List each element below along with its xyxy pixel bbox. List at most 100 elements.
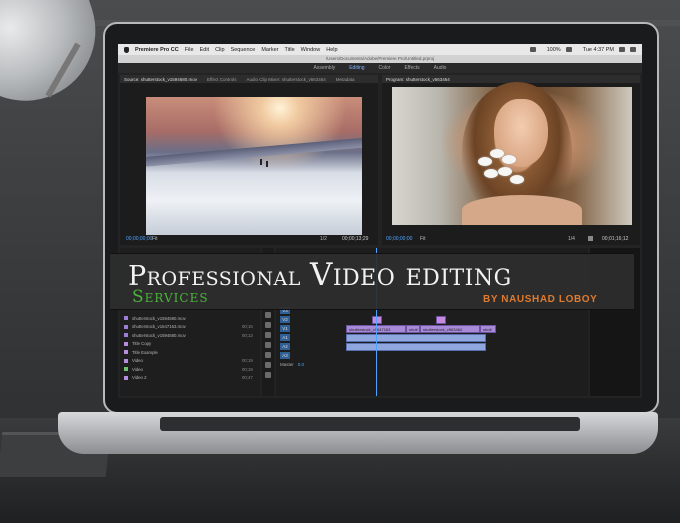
project-item-duration: 00;19 [242,358,253,364]
source-fit-select[interactable]: Fit [152,236,158,242]
battery-percent: 100% [546,46,561,53]
skier [266,161,268,167]
ripple-edit-icon[interactable] [265,332,271,338]
promo-banner: Professional Video editing Services BY N… [110,253,634,310]
project-item-name: Title Copy [132,341,152,347]
track-label: V2 [280,316,290,323]
tab-source[interactable]: Source: shutterstock_v1594680.mov [124,77,197,82]
menu-clock[interactable]: Tue 4:37 PM [583,47,614,53]
wrench-icon[interactable] [588,236,593,241]
track-select-icon[interactable] [265,322,271,328]
menu-sequence[interactable]: Sequence [231,47,256,53]
project-item-name: Video [132,358,143,364]
program-video-frame[interactable] [392,82,632,225]
program-fit-select[interactable]: Fit [420,236,426,242]
woman-shoulder [462,195,582,225]
audio-clip[interactable] [346,343,486,351]
tab-audio-clip-mixer[interactable]: Audio Clip Mixer: shutterstock_v563464 [246,77,325,82]
tab-effect-controls[interactable]: Effect Controls [207,77,236,82]
menu-help[interactable]: Help [326,47,337,53]
project-item-name: Video [132,366,143,372]
project-item-name: shutterstock_v1594680.mov [132,332,186,338]
workspace-audio[interactable]: Audio [434,65,447,71]
master-value[interactable]: 0.0 [298,362,304,367]
label-color-swatch [124,341,128,346]
menu-app-name[interactable]: Premiere Pro CC [135,47,179,53]
project-item-duration: 00;19 [242,366,253,372]
label-color-swatch [124,358,128,363]
menu-edit[interactable]: Edit [200,47,209,53]
menu-clip[interactable]: Clip [215,47,224,53]
laptop-screen: Premiere Pro CC File Edit Clip Sequence … [118,44,642,398]
project-item[interactable]: Title Copy [120,340,260,349]
mac-menubar: Premiere Pro CC File Edit Clip Sequence … [118,44,642,55]
project-item-duration: 00;47 [242,375,253,381]
title-video-editing: Video editing [309,257,512,293]
banner-services: Services [132,287,209,307]
label-color-swatch [124,375,128,380]
pen-tool-icon[interactable] [265,362,271,368]
program-duration: 00;01;16;12 [602,236,629,242]
source-timecode[interactable]: 00;00;00;00 [126,236,152,242]
menu-marker[interactable]: Marker [261,47,278,53]
menu-title[interactable]: Title [284,47,294,53]
project-item[interactable]: Video 00;19 [120,357,260,366]
flower [478,157,492,166]
battery-icon[interactable] [565,47,572,52]
timeline-clip[interactable]: shutterstock_v563464 [420,325,480,333]
razor-tool-icon[interactable] [265,342,271,348]
list-icon[interactable] [630,47,636,52]
program-monitor: Program: shutterstock_v563464 00;00;00;0… [382,75,640,245]
slip-tool-icon[interactable] [265,352,271,358]
source-tabs: Source: shutterstock_v1594680.mov Effect… [120,75,378,83]
tab-metadata[interactable]: Metadata [336,77,355,82]
title-clip[interactable] [372,316,382,324]
flower [498,167,512,176]
project-item[interactable]: shutterstock_v1594680.mov 00;13 [120,331,260,340]
track-v2[interactable]: V2 [276,315,588,324]
flower [502,155,516,164]
wifi-icon[interactable] [529,47,536,52]
workspace-effects[interactable]: Effects [404,65,419,71]
label-color-swatch [124,350,128,355]
project-item[interactable]: Title Example [120,348,260,357]
workspace-assembly[interactable]: Assembly [314,65,336,71]
apple-icon[interactable] [124,46,129,53]
project-item-name: Title Example [132,349,158,355]
hand-tool-icon[interactable] [265,372,271,378]
program-timecode[interactable]: 00;00;00;00 [386,236,412,242]
workspace-editing[interactable]: Editing [349,65,364,71]
search-icon[interactable] [619,47,625,52]
title-clip[interactable] [436,316,446,324]
track-a3[interactable]: A3 [276,351,588,360]
source-resolution[interactable]: 1/2 [320,236,327,242]
flower [484,169,498,178]
track-label: V1 [280,325,290,332]
audio-clip[interactable] [346,334,486,342]
project-item-duration: 00;13 [242,332,253,338]
timeline-clip[interactable]: shutt [406,325,420,333]
menu-window[interactable]: Window [301,47,321,53]
workspace-bar: Assembly Editing Color Effects Audio [118,63,642,73]
project-path: /Users/Documents/Adobe/Premiere Pro/Unti… [118,55,642,63]
snowy-mountains [146,137,362,167]
track-label: A3 [280,352,290,359]
label-color-swatch [124,324,128,329]
project-item-duration: 00;15 [242,324,253,330]
selection-tool-icon[interactable] [265,312,271,318]
project-item[interactable]: shutterstock_v1594680.mov [120,314,260,323]
master-track[interactable]: Master 0.0 [276,360,588,369]
project-item[interactable]: Video 2 00;47 [120,374,260,383]
menu-file[interactable]: File [185,47,194,53]
timeline-clip[interactable]: shutt [480,325,496,333]
program-resolution[interactable]: 1/4 [568,236,575,242]
label-color-swatch [124,367,128,372]
track-label: A2 [280,343,290,350]
project-item[interactable]: Video 00;19 [120,365,260,374]
tab-program[interactable]: Program: shutterstock_v563464 [386,77,450,82]
project-item[interactable]: shutterstock_v1647163.mov 00;15 [120,323,260,332]
source-video-frame[interactable] [146,97,362,235]
source-monitor: Source: shutterstock_v1594680.mov Effect… [120,75,378,245]
label-color-swatch [124,333,128,338]
workspace-color[interactable]: Color [379,65,391,71]
